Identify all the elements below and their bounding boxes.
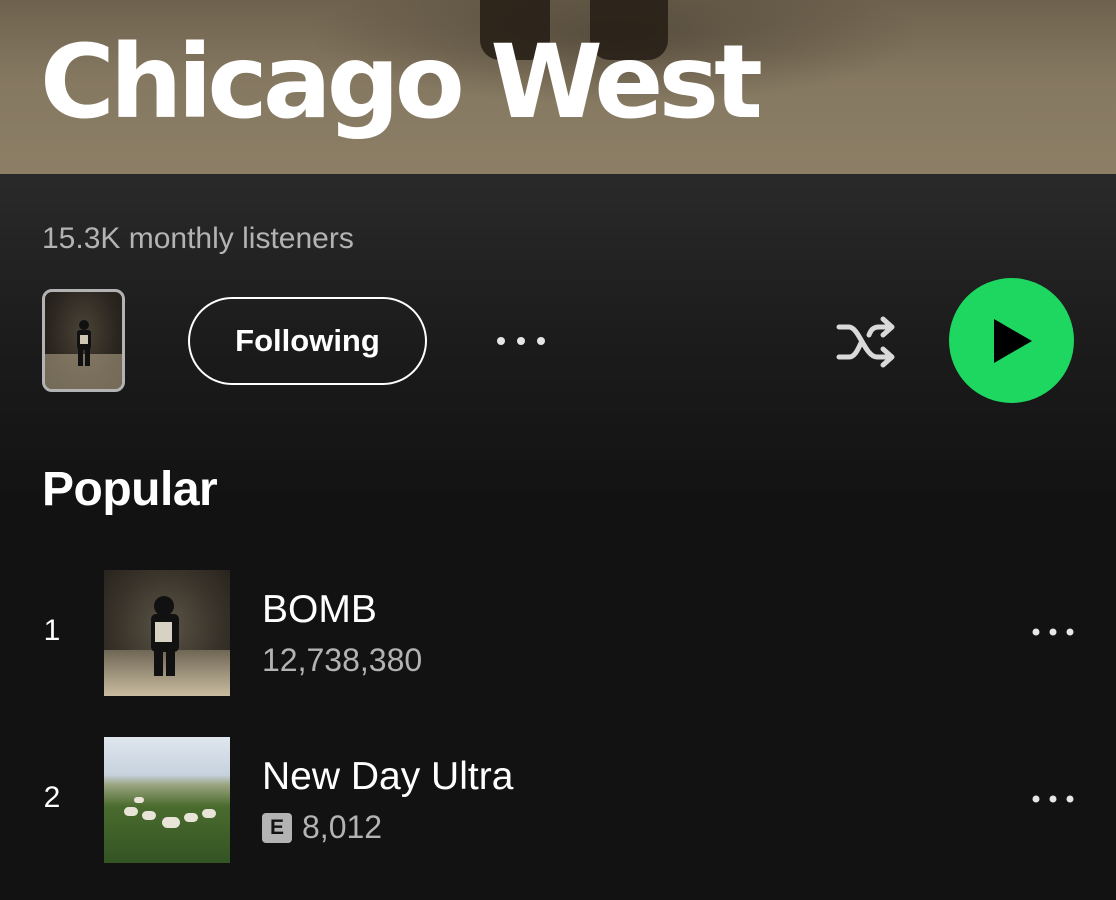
play-count-value: 12,738,380 bbox=[262, 642, 423, 678]
track-number: 1 bbox=[43, 614, 61, 647]
artwork-sheep bbox=[142, 811, 156, 820]
artwork-figure bbox=[151, 596, 179, 676]
artist-name: Chicago West bbox=[40, 23, 763, 142]
track-number: 2 bbox=[43, 781, 61, 814]
artist-pick-thumbnail[interactable] bbox=[42, 289, 125, 392]
track-title: BOMB bbox=[262, 588, 377, 631]
popular-section-title: Popular bbox=[42, 463, 218, 516]
artwork-sheep bbox=[184, 813, 198, 822]
artist-page-content: 15.3K monthly listeners Following Popula… bbox=[0, 174, 1116, 900]
artist-thumbnail-image bbox=[45, 320, 122, 389]
artwork-sheep bbox=[162, 817, 180, 828]
track-play-count: E 8,012 bbox=[262, 809, 382, 846]
more-options-button[interactable] bbox=[488, 316, 554, 366]
more-horizontal-icon bbox=[1032, 795, 1074, 803]
following-button[interactable]: Following bbox=[188, 297, 427, 385]
track-artwork bbox=[104, 737, 230, 863]
more-horizontal-icon bbox=[1032, 628, 1074, 636]
track-play-count: 12,738,380 bbox=[262, 642, 422, 679]
track-title: New Day Ultra bbox=[262, 755, 514, 798]
track-row[interactable]: 2 New Day Ultra E 8,012 bbox=[0, 737, 1116, 863]
track-artwork bbox=[104, 570, 230, 696]
artwork-sheep bbox=[202, 809, 216, 818]
artist-header-image: Chicago West bbox=[0, 0, 1116, 174]
artwork-sheep bbox=[124, 807, 138, 816]
track-more-options-button[interactable] bbox=[1022, 612, 1084, 652]
play-icon bbox=[993, 318, 1032, 363]
play-count-value: 8,012 bbox=[302, 809, 383, 845]
shuffle-icon bbox=[836, 316, 895, 368]
shuffle-button[interactable] bbox=[830, 310, 904, 374]
explicit-badge: E bbox=[262, 812, 292, 843]
artwork-sheep bbox=[134, 797, 144, 803]
track-row[interactable]: 1 BOMB 12,738,380 bbox=[0, 570, 1116, 696]
track-more-options-button[interactable] bbox=[1022, 779, 1084, 819]
monthly-listeners: 15.3K monthly listeners bbox=[42, 222, 354, 255]
play-button[interactable] bbox=[949, 278, 1074, 403]
more-horizontal-icon bbox=[497, 337, 545, 345]
